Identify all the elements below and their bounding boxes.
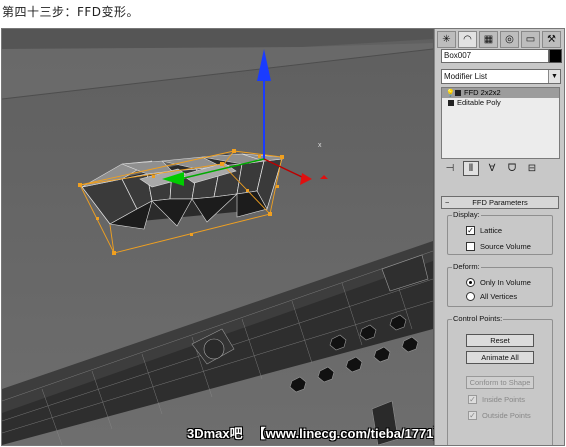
command-panel: ✳ ◠ ▦ ◎ ▭ ⚒ Box007 Modifier List ▼ 💡 FFD …: [434, 29, 564, 445]
watermark: 3Dmax吧 【www.linecg.com/tieba/1771】: [187, 423, 447, 442]
hierarchy-icon[interactable]: ▦: [479, 31, 498, 48]
stack-item-label: FFD 2x2x2: [464, 88, 501, 97]
stack-tools: ⊣ Ⅱ ∀ ᗜ ⊟: [441, 160, 561, 176]
create-icon[interactable]: ✳: [437, 31, 456, 48]
reset-button[interactable]: Reset: [466, 334, 534, 347]
inside-points-checkbox[interactable]: ✓ Inside Points: [468, 395, 525, 404]
utilities-icon[interactable]: ⚒: [542, 31, 561, 48]
stack-item-editable-poly[interactable]: Editable Poly: [442, 98, 559, 108]
motion-icon[interactable]: ◎: [500, 31, 519, 48]
configure-sets-icon[interactable]: ⊟: [525, 162, 539, 175]
lattice-label: Lattice: [480, 226, 503, 235]
max-window: x 3Dmax吧 【www.linecg.com/tieba/1771】 ✳ ◠ …: [1, 28, 565, 446]
only-in-volume-label: Only In Volume: [480, 278, 531, 287]
make-unique-icon[interactable]: ∀: [485, 162, 499, 175]
display-group: Display: ✓ Lattice Source Volume: [447, 210, 553, 255]
modifier-stack: 💡 FFD 2x2x2 Editable Poly: [441, 87, 560, 159]
object-name-row: Box007: [441, 49, 562, 63]
source-volume-label: Source Volume: [480, 242, 531, 251]
control-points-title: Control Points:: [452, 314, 504, 323]
deform-group-title: Deform:: [452, 262, 481, 271]
svg-text:x: x: [318, 142, 322, 149]
stack-item-label: Editable Poly: [457, 98, 501, 107]
display-group-title: Display:: [452, 210, 481, 219]
conform-to-shape-button[interactable]: Conform to Shape: [466, 376, 534, 389]
lattice-checkbox[interactable]: ✓ Lattice: [466, 226, 502, 235]
remove-modifier-icon[interactable]: ᗜ: [505, 162, 519, 175]
watermark-url: 【www.linecg.com/tieba/1771】: [252, 426, 447, 441]
modify-icon[interactable]: ◠: [458, 31, 477, 48]
all-vertices-radio[interactable]: All Vertices: [466, 292, 517, 301]
modifier-list-label: Modifier List: [444, 72, 488, 81]
chevron-down-icon[interactable]: ▼: [548, 70, 560, 83]
checkmark-icon: ✓: [468, 411, 477, 420]
ffd-parameters-rollout[interactable]: − FFD Parameters: [441, 196, 559, 209]
deform-group: Deform: Only In Volume All Vertices: [447, 262, 553, 307]
inside-points-label: Inside Points: [482, 395, 525, 404]
only-in-volume-radio[interactable]: Only In Volume: [466, 278, 531, 287]
outside-points-label: Outside Points: [482, 411, 531, 420]
checkmark-icon: ✓: [466, 226, 475, 235]
command-tabs: ✳ ◠ ▦ ◎ ▭ ⚒: [437, 31, 561, 48]
object-color-swatch[interactable]: [549, 49, 562, 63]
checkmark-icon: ✓: [468, 395, 477, 404]
step-caption: 第四十三步：FFD变形。: [2, 5, 140, 19]
source-volume-checkbox[interactable]: Source Volume: [466, 242, 531, 251]
modifier-list-dropdown[interactable]: Modifier List ▼: [441, 69, 561, 84]
object-name-field[interactable]: Box007: [441, 49, 549, 63]
viewport-scene: x: [2, 29, 433, 445]
watermark-brand: 3Dmax吧: [187, 426, 243, 441]
all-vertices-label: All Vertices: [480, 292, 518, 301]
collapse-icon[interactable]: −: [445, 197, 449, 208]
show-end-result-icon[interactable]: Ⅱ: [463, 160, 479, 176]
expand-icon[interactable]: [455, 90, 461, 97]
perspective-viewport[interactable]: x 3Dmax吧 【www.linecg.com/tieba/1771】: [2, 29, 447, 445]
animate-all-button[interactable]: Animate All: [466, 351, 534, 364]
expand-icon[interactable]: [448, 100, 454, 107]
control-points-group: Control Points: Reset Animate All Confor…: [447, 314, 553, 445]
stack-item-ffd[interactable]: 💡 FFD 2x2x2: [442, 88, 559, 98]
outside-points-checkbox[interactable]: ✓ Outside Points: [468, 411, 531, 420]
display-icon[interactable]: ▭: [521, 31, 540, 48]
rollout-title: FFD Parameters: [472, 198, 528, 207]
pin-stack-icon[interactable]: ⊣: [443, 162, 457, 175]
